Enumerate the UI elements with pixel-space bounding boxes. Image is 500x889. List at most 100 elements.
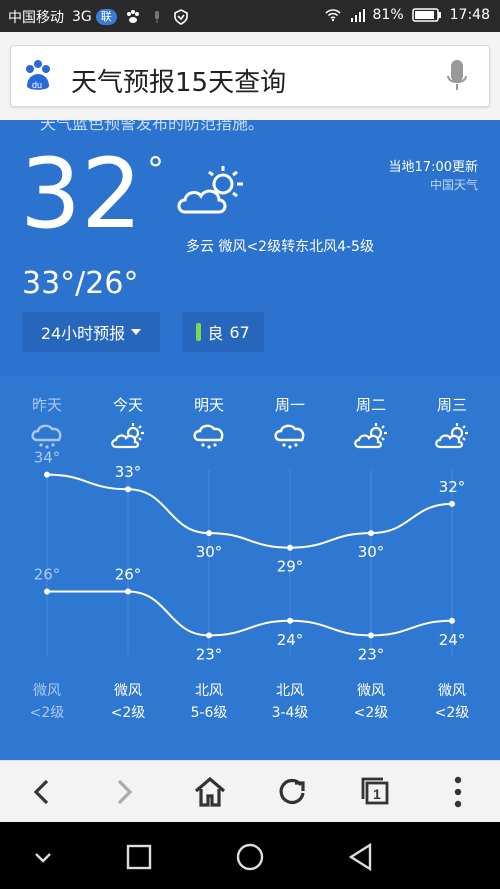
wind-direction: 北风 bbox=[276, 683, 304, 699]
low-temperature-point bbox=[287, 617, 293, 624]
wind-direction: 北风 bbox=[195, 683, 223, 699]
recents-icon[interactable] bbox=[122, 840, 156, 874]
tabs-icon: 1 bbox=[361, 777, 389, 805]
low-temperature-label: 24° bbox=[277, 631, 304, 649]
rain-icon bbox=[29, 422, 65, 450]
baidu-logo-icon: du bbox=[26, 60, 50, 90]
degree-symbol: ° bbox=[147, 150, 164, 190]
more-vertical-icon bbox=[454, 776, 462, 808]
aqi-level-bar bbox=[196, 323, 202, 341]
tabs-button[interactable]: 1 bbox=[356, 775, 396, 809]
svg-text:du: du bbox=[32, 80, 42, 90]
low-temperature-point bbox=[206, 632, 212, 639]
wind-level: 3-4级 bbox=[271, 705, 309, 721]
weather-source: 中国天气 bbox=[429, 178, 478, 192]
forward-arrow-icon bbox=[117, 779, 133, 805]
wifi-icon bbox=[324, 9, 341, 22]
battery-icon bbox=[411, 8, 441, 22]
day-label: 周二 bbox=[355, 396, 386, 414]
day-label: 周一 bbox=[274, 396, 305, 414]
microphone-icon[interactable] bbox=[445, 58, 469, 94]
hourly-forecast-label: 24小时预报 bbox=[40, 324, 126, 343]
update-time: 当地17:00更新 bbox=[388, 160, 478, 175]
temperature-chart: 34° 33° 30° 29° 30° 32° 26° 26° 23° 24° 23° 24° bbox=[34, 450, 466, 663]
high-temperature-point bbox=[449, 500, 455, 507]
temperature-range: 33°/26° bbox=[22, 266, 139, 301]
high-temperature-label: 32° bbox=[439, 478, 466, 496]
signal-icon bbox=[350, 9, 365, 22]
high-temperature-label: 29° bbox=[277, 558, 304, 576]
hourly-forecast-button[interactable]: 24小时预报 bbox=[22, 312, 160, 352]
wind-level: <2级 bbox=[110, 705, 146, 721]
wind-direction: 微风 bbox=[33, 683, 61, 699]
partly-cloudy-icon bbox=[434, 422, 470, 450]
rain-icon bbox=[272, 422, 308, 450]
tabs-count: 1 bbox=[373, 786, 381, 802]
mic-status-icon bbox=[154, 11, 159, 23]
low-temperature-point bbox=[368, 632, 374, 639]
high-temperature-line bbox=[46, 473, 453, 549]
wind-level: <2级 bbox=[434, 705, 470, 721]
high-temperature-point bbox=[206, 530, 212, 537]
wind-level: <2级 bbox=[29, 705, 65, 721]
rain-icon bbox=[191, 422, 227, 450]
low-temperature-label: 26° bbox=[34, 566, 61, 584]
refresh-icon bbox=[279, 778, 305, 805]
high-temperature-point bbox=[44, 471, 50, 478]
low-temperature-label: 26° bbox=[115, 566, 142, 584]
system-nav-bar bbox=[0, 822, 500, 889]
high-temperature-label: 30° bbox=[358, 543, 385, 561]
forward-button[interactable] bbox=[104, 775, 144, 809]
weather-hero: 天气蓝色预警发布的防范措施。 32 ° 当地17:00更新 中国天气 多云 微风… bbox=[0, 120, 500, 376]
back-arrow-icon bbox=[33, 779, 49, 805]
high-temperature-label: 30° bbox=[196, 543, 223, 561]
high-temperature-point bbox=[368, 530, 374, 537]
low-temperature-line bbox=[47, 590, 453, 637]
menu-button[interactable] bbox=[438, 775, 478, 809]
weather-description: 多云 微风<2级转东北风4-5级 bbox=[186, 239, 374, 255]
search-box[interactable]: du 天气预报15天查询 bbox=[10, 45, 490, 107]
status-right: 81% 17:48 bbox=[324, 7, 490, 23]
wind-level: 5-6级 bbox=[190, 705, 228, 721]
home-button[interactable] bbox=[190, 775, 230, 809]
dropdown-arrow-icon bbox=[131, 329, 142, 335]
day-label: 今天 bbox=[112, 396, 143, 414]
day-label: 明天 bbox=[193, 396, 224, 414]
home-icon bbox=[194, 777, 226, 807]
aqi-label: 良 bbox=[207, 324, 224, 343]
alert-peek-text[interactable]: 天气蓝色预警发布的防范措施。 bbox=[40, 120, 264, 134]
wind-forecast: 微风 <2级 微风 <2级 北风 5-6级 北风 3-4级 微风 <2级 微风 <2级 bbox=[0, 680, 500, 730]
refresh-button[interactable] bbox=[272, 775, 312, 809]
paw-icon bbox=[126, 10, 139, 23]
current-temperature: 32 bbox=[20, 138, 143, 250]
shield-icon bbox=[173, 9, 188, 25]
home-circle-icon[interactable] bbox=[233, 840, 267, 874]
wind-direction: 微风 bbox=[438, 683, 466, 699]
weather-card: 天气蓝色预警发布的防范措施。 32 ° 当地17:00更新 中国天气 多云 微风… bbox=[0, 120, 500, 760]
battery-percent: 81% bbox=[372, 7, 404, 23]
low-temperature-point bbox=[44, 588, 50, 595]
day-label: 周三 bbox=[436, 396, 467, 414]
high-temperature-point bbox=[125, 486, 131, 493]
low-temperature-label: 24° bbox=[439, 631, 466, 649]
search-input[interactable]: 天气预报15天查询 bbox=[71, 62, 286, 99]
low-temperature-point bbox=[125, 588, 131, 595]
system-back-icon[interactable] bbox=[344, 840, 378, 874]
carrier-label: 中国移动 bbox=[8, 10, 64, 26]
partly-cloudy-icon bbox=[110, 422, 146, 450]
wind-level: <2级 bbox=[353, 705, 389, 721]
hide-keyboard-icon[interactable] bbox=[26, 840, 60, 874]
clock-time: 17:48 bbox=[449, 7, 490, 23]
aqi-value: 67 bbox=[229, 322, 250, 342]
network-badge: 联 bbox=[95, 9, 117, 25]
low-temperature-label: 23° bbox=[358, 645, 385, 663]
back-button[interactable] bbox=[22, 775, 62, 809]
air-quality-badge[interactable]: 良 67 bbox=[182, 312, 264, 352]
status-left: 中国移动 3G 联 bbox=[8, 7, 189, 27]
high-temperature-label: 34° bbox=[34, 450, 61, 467]
day-label: 昨天 bbox=[31, 396, 62, 414]
high-temperature-label: 33° bbox=[115, 463, 142, 481]
wind-direction: 微风 bbox=[114, 683, 142, 699]
high-temperature-point bbox=[287, 544, 293, 551]
network-type: 3G bbox=[72, 9, 92, 25]
